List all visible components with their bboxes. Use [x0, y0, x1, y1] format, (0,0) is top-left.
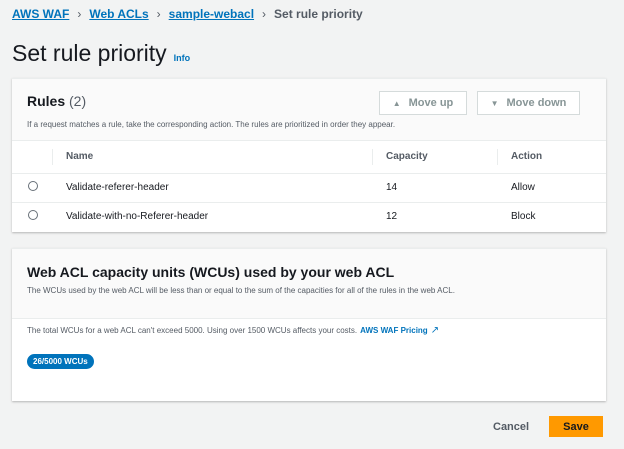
rule-capacity: 14	[372, 173, 497, 203]
rules-count: (2)	[69, 93, 87, 109]
external-link-icon: ↗	[430, 325, 440, 336]
row-radio[interactable]	[28, 181, 38, 191]
wcu-note: The total WCUs for a web ACL can't excee…	[27, 325, 439, 336]
aws-waf-pricing-link[interactable]: AWS WAF Pricing	[360, 326, 428, 335]
rules-description: If a request matches a rule, take the co…	[27, 120, 396, 129]
rule-action: Allow	[497, 173, 606, 203]
rules-title: Rules (2)	[27, 93, 86, 109]
breadcrumb-web-acls[interactable]: Web ACLs	[89, 7, 148, 21]
chevron-right-icon: ›	[77, 7, 82, 21]
rule-capacity: 12	[386, 211, 398, 223]
wcu-description: The WCUs used by the web ACL will be les…	[27, 286, 455, 295]
table-row[interactable]: Validate-referer-header 14 Allow	[12, 173, 606, 203]
triangle-up-icon: ▲	[392, 98, 401, 108]
wcu-badge: 26/5000 WCUs	[27, 354, 94, 369]
breadcrumb-current: Set rule priority	[274, 7, 363, 21]
wcu-note-text: The total WCUs for a web ACL can't excee…	[27, 326, 358, 335]
rule-action: Block	[511, 211, 536, 223]
rules-title-text: Rules	[27, 93, 66, 109]
column-action[interactable]: Action	[497, 141, 606, 174]
chevron-right-icon: ›	[262, 7, 267, 21]
table-header: Name Capacity Action	[12, 141, 606, 174]
page-title-text: Set rule priority	[12, 40, 167, 66]
triangle-down-icon: ▼	[490, 98, 499, 108]
column-capacity[interactable]: Capacity	[372, 141, 497, 174]
wcu-panel: Web ACL capacity units (WCUs) used by yo…	[12, 248, 606, 401]
rules-panel: Rules (2) If a request matches a rule, t…	[12, 78, 606, 232]
breadcrumb-aws-waf[interactable]: AWS WAF	[12, 7, 69, 21]
move-up-button[interactable]: ▲ Move up	[379, 91, 467, 115]
rule-name: Validate-referer-header	[52, 173, 372, 203]
page-title: Set rule priority Info	[12, 40, 190, 67]
rules-header: Rules (2) If a request matches a rule, t…	[12, 79, 606, 141]
rules-table: Name Capacity Action Validate-referer-he…	[12, 141, 606, 231]
cancel-button[interactable]: Cancel	[493, 421, 529, 433]
breadcrumb-sample-webacl[interactable]: sample-webacl	[169, 7, 254, 21]
save-button[interactable]: Save	[549, 416, 603, 437]
table-row[interactable]: Validate-with-no-Referer-header 12 Block	[12, 202, 606, 231]
column-name[interactable]: Name	[52, 141, 372, 174]
move-down-label: Move down	[506, 97, 567, 109]
move-down-button[interactable]: ▼ Move down	[477, 91, 580, 115]
row-radio[interactable]	[28, 210, 38, 221]
move-up-label: Move up	[408, 97, 454, 109]
info-link[interactable]: Info	[174, 53, 191, 63]
select-column	[12, 141, 52, 174]
chevron-right-icon: ›	[156, 7, 161, 21]
rule-name: Validate-with-no-Referer-header	[66, 211, 209, 223]
wcu-title: Web ACL capacity units (WCUs) used by yo…	[27, 264, 395, 280]
wcu-header: Web ACL capacity units (WCUs) used by yo…	[12, 249, 606, 319]
breadcrumb: AWS WAF › Web ACLs › sample-webacl › Set…	[12, 7, 363, 21]
